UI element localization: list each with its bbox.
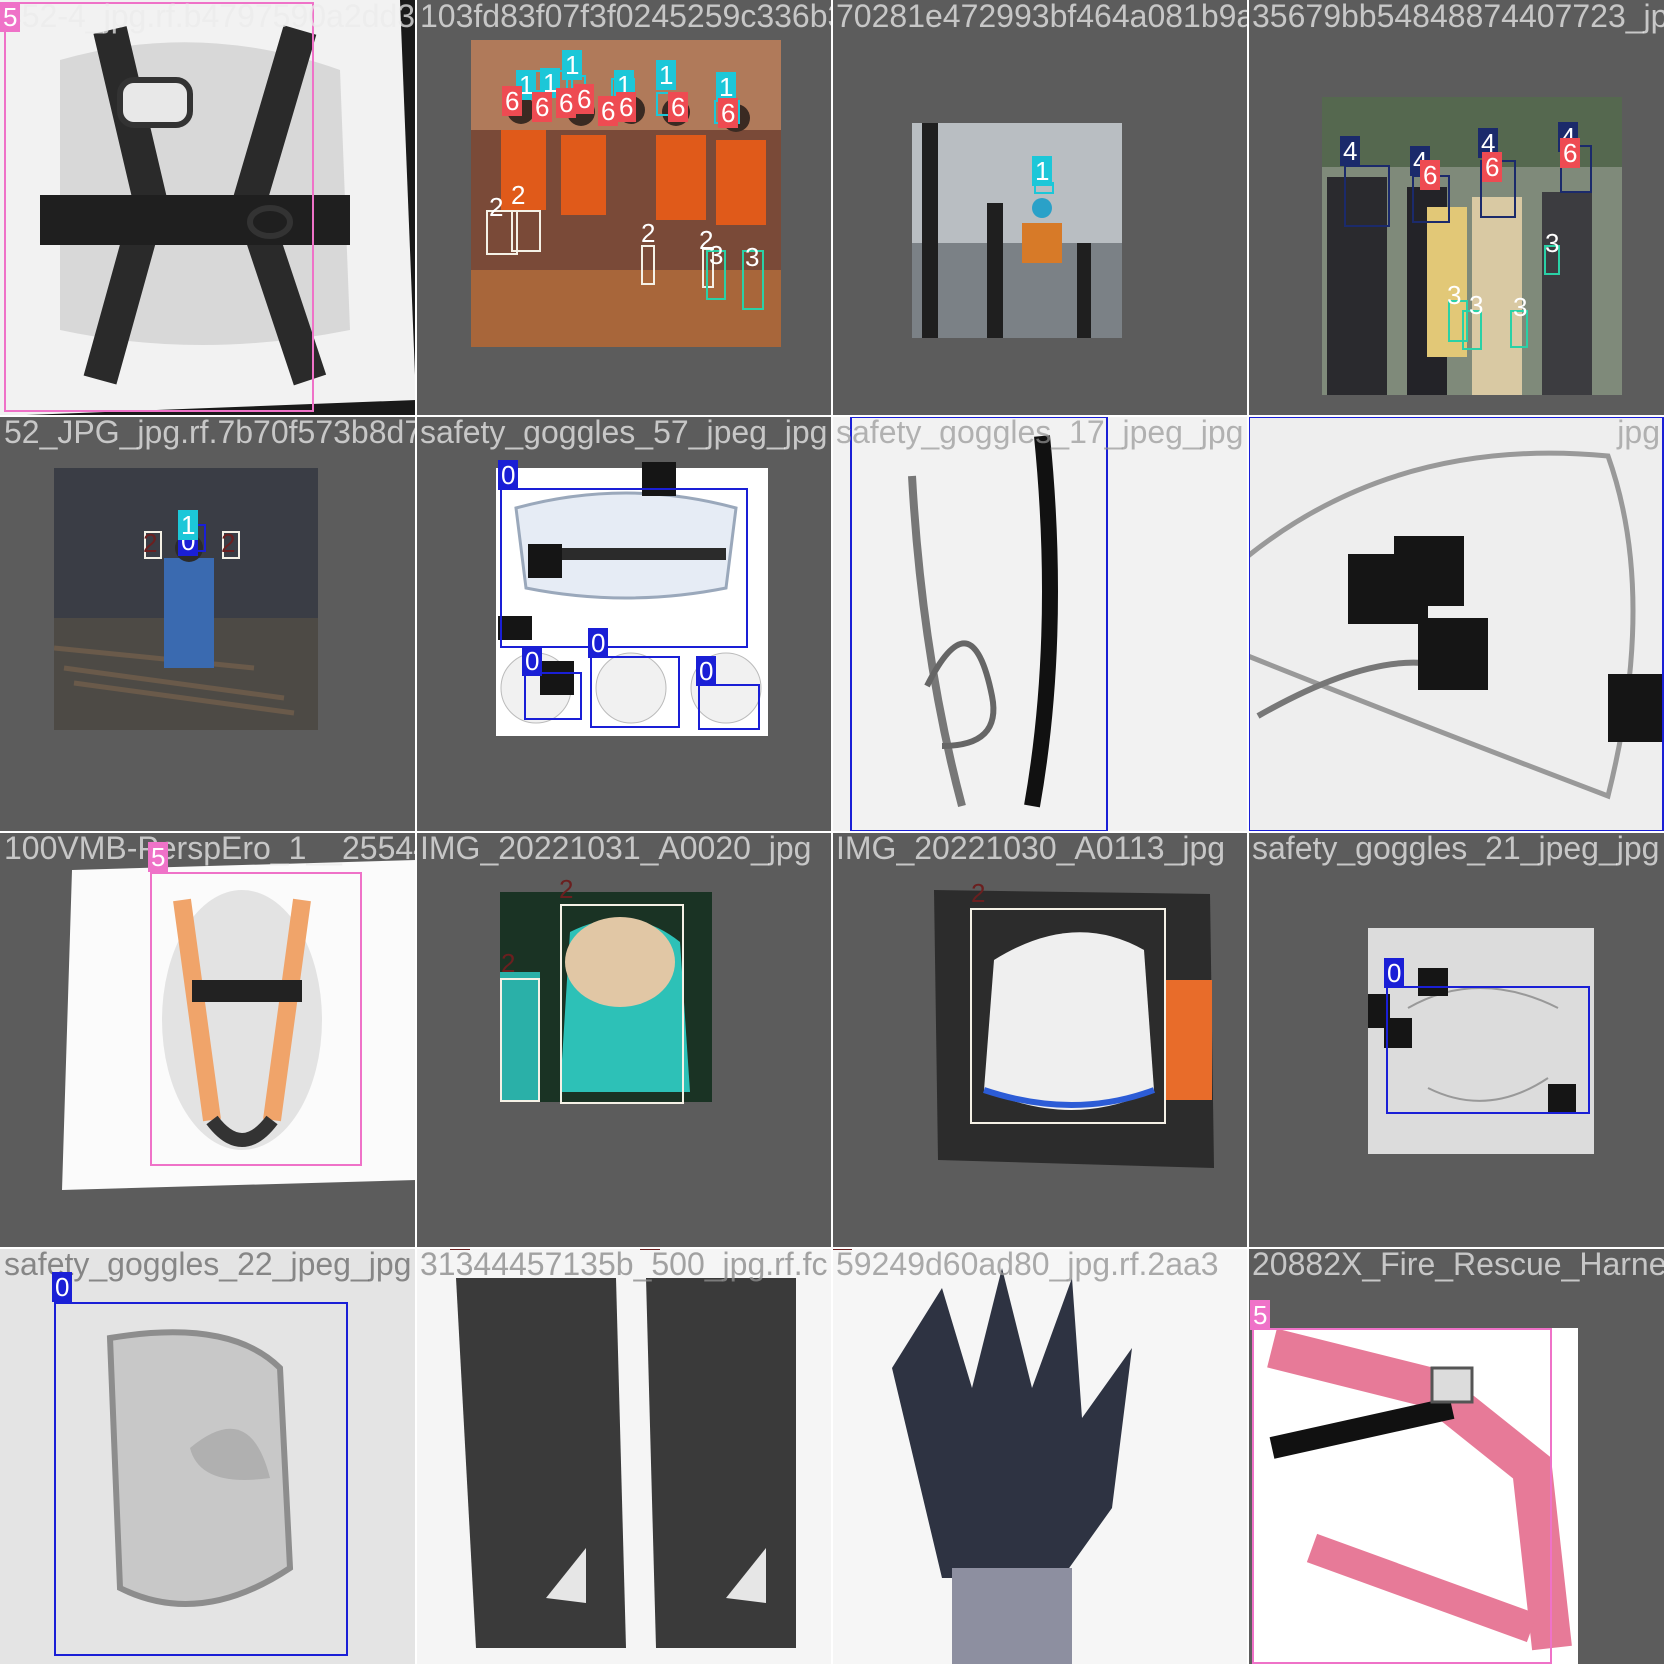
- class-label: 6: [502, 86, 523, 116]
- class-label: 3: [1469, 290, 1484, 320]
- class-label: 2: [143, 528, 158, 558]
- class-label: 3: [1447, 280, 1462, 310]
- class-label: 2: [511, 180, 526, 210]
- bbox: [850, 416, 1108, 832]
- class-label: 0: [498, 460, 519, 490]
- class-label: 0: [588, 628, 609, 658]
- class-label: 5: [0, 2, 21, 32]
- tile-0: 5 452-4_jpg.rf.b4797590a2dd3: [0, 0, 416, 416]
- tile-2: 1 70281e472993bf464a081b9a5dbb: [832, 0, 1248, 416]
- tile-filename: safety_goggles_21_jpeg_jpg: [1252, 832, 1660, 866]
- class-label: 0: [52, 1272, 73, 1302]
- class-label: 4: [1340, 136, 1361, 166]
- class-label: 3: [1545, 228, 1560, 258]
- tile-3: 4 4 4 4 6 6 6 3 3 3 3 35679bb54848874407…: [1248, 0, 1664, 416]
- class-label: 2: [641, 218, 656, 248]
- class-label: 2: [501, 948, 516, 978]
- bbox: [1344, 165, 1390, 227]
- class-label: 5: [1250, 1300, 1271, 1330]
- class-label: 0: [1384, 958, 1405, 988]
- bbox: [698, 684, 760, 730]
- tile-15: 5 20882X_Fire_Rescue_Harne: [1248, 1248, 1664, 1664]
- tile-8: 5 100VMB-PerspEro_1__25544: [0, 832, 416, 1248]
- substation-photo: [912, 123, 1122, 338]
- tile-filename: 70281e472993bf464a081b9a5dbb: [836, 0, 1248, 34]
- bbox: [54, 1302, 348, 1656]
- tile-12: 0 safety_goggles_22_jpeg_jpg: [0, 1248, 416, 1664]
- tile-13: 2 2 31344457135b_500_jpg.rf.fc: [416, 1248, 832, 1664]
- tile-9: 2 2 IMG_20221031_A0020_jpg: [416, 832, 832, 1248]
- bbox: [970, 908, 1166, 1124]
- class-label: 6: [574, 84, 595, 114]
- class-label: 1: [656, 60, 677, 90]
- bbox: [500, 488, 748, 648]
- class-label: 6: [668, 92, 689, 122]
- bbox: [1248, 416, 1664, 832]
- tile-filename: 35679bb54848874407723_jpg: [1252, 0, 1664, 34]
- class-label: 6: [1560, 138, 1581, 168]
- bbox: [524, 672, 582, 720]
- tile-4: 2 0 2 1 52_JPG_jpg.rf.7b70f573b8d7: [0, 416, 416, 832]
- bbox: [560, 904, 684, 1104]
- tile-11: 0 safety_goggles_21_jpeg_jpg: [1248, 832, 1664, 1248]
- grid-divider: [0, 415, 1664, 417]
- tile-filename: safety_goggles_57_jpeg_jpg: [420, 416, 828, 450]
- class-label: 6: [616, 92, 637, 122]
- tile-filename: IMG_20221030_A0113_jpg: [836, 832, 1226, 866]
- grid-divider: [0, 831, 1664, 833]
- bbox: [1386, 986, 1590, 1114]
- class-label: 6: [718, 98, 739, 128]
- bbox: [590, 656, 680, 728]
- class-label: 2: [221, 528, 236, 558]
- tile-14: 2 59249d60ad80_jpg.rf.2aa3: [832, 1248, 1248, 1664]
- tile-1: 1 1 1 1 1 1 6 6 6 6 6 6 6 6 2 2 2 2 3 3 …: [416, 0, 832, 416]
- class-label: 6: [1482, 152, 1503, 182]
- class-label: 0: [696, 656, 717, 686]
- grid-divider: [0, 1247, 1664, 1249]
- mosaic-grid: 5 452-4_jpg.rf.b4797590a2dd3 1 1 1 1 1 1…: [0, 0, 1664, 1664]
- class-label: 3: [1513, 292, 1528, 322]
- coated-glove-photo: [832, 1248, 1248, 1664]
- class-label: 3: [745, 242, 760, 272]
- tile-6: 0 safety_goggles_17_jpeg_jpg: [832, 416, 1248, 832]
- class-label: 1: [562, 50, 583, 80]
- tile-filename: 103fd83f07f3f0245259c336b31f: [420, 0, 832, 34]
- bbox: [150, 872, 362, 1166]
- tile-10: 2 IMG_20221030_A0113_jpg: [832, 832, 1248, 1248]
- black-gloves-photo: [416, 1248, 832, 1664]
- bbox: [500, 978, 540, 1102]
- tile-filename: IMG_20221031_A0020_jpg: [420, 832, 812, 866]
- tile-filename: 52_JPG_jpg.rf.7b70f573b8d7: [4, 416, 416, 450]
- bbox: [511, 210, 541, 252]
- tile-filename: 20882X_Fire_Rescue_Harne: [1252, 1248, 1664, 1282]
- class-label: 2: [559, 874, 574, 904]
- class-label: 2: [489, 192, 504, 222]
- tile-5: 0 0 0 0 safety_goggles_57_jpeg_jpg: [416, 416, 832, 832]
- bbox: [641, 245, 655, 285]
- class-label: 1: [178, 510, 199, 540]
- class-label: 3: [709, 240, 724, 270]
- class-label: 5: [148, 842, 169, 872]
- bbox: [1252, 1328, 1552, 1664]
- class-label: 6: [1420, 160, 1441, 190]
- class-label: 0: [522, 646, 543, 676]
- class-label: 6: [532, 92, 553, 122]
- class-label: 1: [1032, 156, 1053, 186]
- bbox: [4, 2, 314, 412]
- warehouse-photo: [54, 468, 318, 730]
- class-label: 2: [971, 878, 986, 908]
- tile-7: 0 jpg: [1248, 416, 1664, 832]
